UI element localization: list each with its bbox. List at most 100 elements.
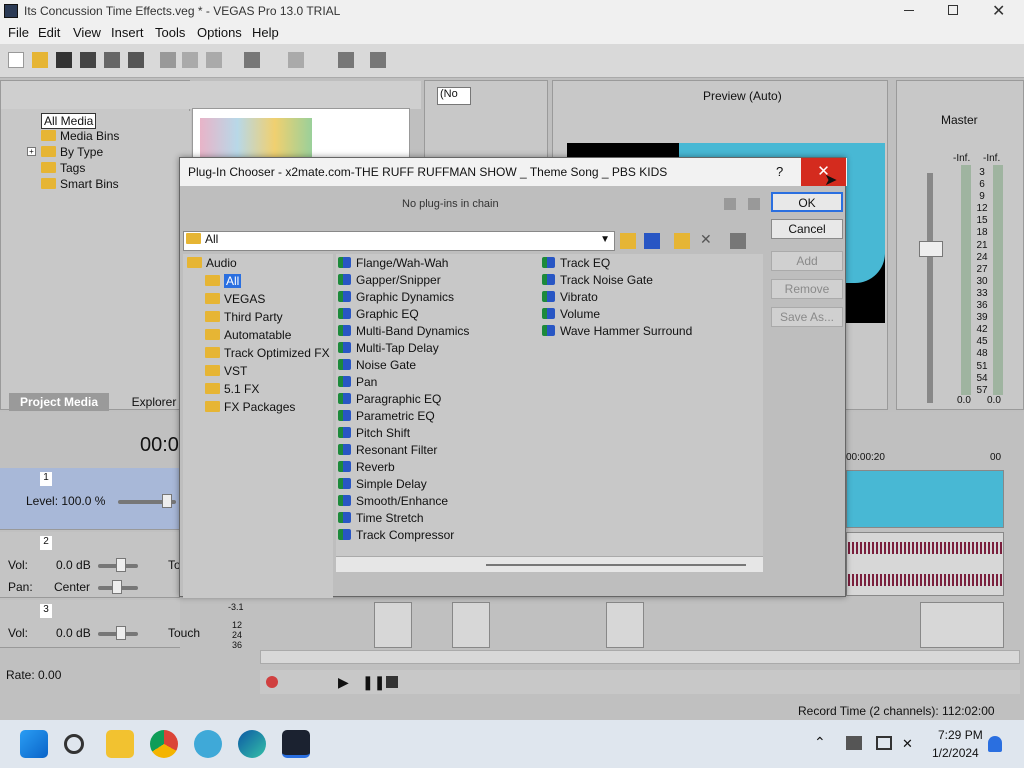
master-fader[interactable] [927,173,933,403]
close-window-icon[interactable]: ✕ [992,1,1005,21]
track-header-3[interactable]: 3 Vol: 0.0 dB Touch [0,600,200,648]
app-icon[interactable] [194,730,222,758]
expand-icon[interactable]: + [27,147,36,156]
menu-insert[interactable]: Insert [111,25,144,40]
folder-5-1-fx[interactable]: 5.1 FX [205,382,259,396]
folder-vst[interactable]: VST [205,364,247,378]
cancel-button[interactable]: Cancel [771,219,843,239]
media-thumbnail[interactable] [200,118,312,158]
add-button[interactable]: Add [771,251,843,271]
automation-label[interactable]: Touch [168,626,200,640]
undo-icon[interactable] [244,52,260,68]
up-folder-icon[interactable] [620,233,636,249]
track-header-1[interactable]: 1 Level: 100.0 % [0,468,180,530]
tree-item-all-media[interactable]: All Media [41,113,97,129]
remove-button[interactable]: Remove [771,279,843,299]
edge-icon[interactable] [238,730,266,758]
vol-knob[interactable] [116,558,126,572]
menu-edit[interactable]: Edit [38,25,60,40]
plugin-item[interactable]: Multi-Band Dynamics [338,324,469,338]
tree-item-media-bins[interactable]: Media Bins [41,129,119,143]
plugin-item[interactable]: Graphic Dynamics [338,290,454,304]
plugin-item[interactable]: Paragraphic EQ [338,392,441,406]
audio-clip[interactable] [452,602,490,648]
plugin-item[interactable]: Track Compressor [338,528,454,542]
network-icon[interactable] [846,736,862,750]
plugin-item[interactable]: Time Stretch [338,511,424,525]
play-icon[interactable]: ▶ [338,674,349,691]
whats-this-icon[interactable] [370,52,386,68]
plugin-list-scrollbar[interactable] [336,556,763,572]
track-header-2[interactable]: 2 Vol: 0.0 dB Pan: Center To [0,532,181,598]
plugin-item[interactable]: Noise Gate [338,358,416,372]
ok-button[interactable]: OK [771,192,843,212]
video-clip[interactable] [846,470,1004,528]
refresh-icon[interactable] [644,233,660,249]
folder-track-optimized[interactable]: Track Optimized FX [205,346,330,360]
audio-clip[interactable] [374,602,412,648]
pause-icon[interactable]: ❚❚ [362,674,385,691]
audio-clip[interactable] [920,602,1004,648]
enable-snapping-icon[interactable] [338,52,354,68]
filter-dropdown[interactable]: All ▼ [183,231,615,251]
vegas-taskbar-icon[interactable] [282,730,310,758]
render-icon[interactable] [128,52,144,68]
track-level-knob[interactable] [162,494,172,508]
chevron-up-icon[interactable]: ⌃ [814,734,826,751]
audio-clip[interactable] [606,602,644,648]
folder-third-party[interactable]: Third Party [205,310,283,324]
folder-all[interactable]: All [205,274,242,288]
notification-icon[interactable] [988,736,1002,752]
cut-icon[interactable] [160,52,176,68]
tab-project-media[interactable]: Project Media [9,393,109,411]
tree-item-tags[interactable]: Tags [41,161,85,175]
menu-view[interactable]: View [73,25,101,40]
move-right-icon[interactable] [748,198,760,210]
folder-vegas[interactable]: VEGAS [205,292,265,306]
scrollbar-thumb[interactable] [486,564,746,566]
menu-options[interactable]: Options [197,25,242,40]
plugin-item[interactable]: Reverb [338,460,395,474]
plugin-item[interactable]: Simple Delay [338,477,427,491]
folder-audio[interactable]: Audio [187,256,237,270]
restore-icon[interactable] [948,5,958,15]
plugin-item[interactable]: Vibrato [542,290,598,304]
display-icon[interactable] [876,736,892,750]
save-as-icon[interactable] [80,52,96,68]
plugin-item[interactable]: Parametric EQ [338,409,435,423]
save-as-button[interactable]: Save As... [771,307,843,327]
tree-item-smart-bins[interactable]: Smart Bins [41,177,119,191]
clock-date[interactable]: 1/2/2024 [932,746,979,760]
save-icon[interactable] [56,52,72,68]
new-icon[interactable] [8,52,24,68]
chrome-icon[interactable] [150,730,178,758]
plugin-item[interactable]: Wave Hammer Surround [542,324,692,338]
help-button[interactable]: ? [776,164,783,179]
plugin-item[interactable]: Graphic EQ [338,307,419,321]
plugin-item[interactable]: Track Noise Gate [542,273,653,287]
timeline-scrollbar[interactable] [260,650,1020,664]
file-explorer-icon[interactable] [106,730,134,758]
vol-knob[interactable] [116,626,126,640]
search-icon[interactable] [64,734,84,754]
menu-help[interactable]: Help [252,25,279,40]
master-fader-knob[interactable] [919,241,943,257]
start-icon[interactable] [20,730,48,758]
plugin-item[interactable]: Volume [542,307,600,321]
minimize-icon[interactable] [904,10,914,11]
open-icon[interactable] [32,52,48,68]
delete-icon[interactable]: ✕ [700,231,712,248]
record-icon[interactable] [266,676,278,688]
view-icon[interactable] [730,233,746,249]
folder-automatable[interactable]: Automatable [205,328,291,342]
redo-icon[interactable] [288,52,304,68]
properties-icon[interactable] [104,52,120,68]
fx-dropdown[interactable]: (No [437,87,471,105]
menu-file[interactable]: File [8,25,29,40]
copy-icon[interactable] [182,52,198,68]
plugin-item[interactable]: Multi-Tap Delay [338,341,439,355]
plugin-item[interactable]: Gapper/Snipper [338,273,441,287]
stop-icon[interactable] [386,676,398,688]
plugin-item[interactable]: Smooth/Enhance [338,494,448,508]
new-folder-icon[interactable] [674,233,690,249]
